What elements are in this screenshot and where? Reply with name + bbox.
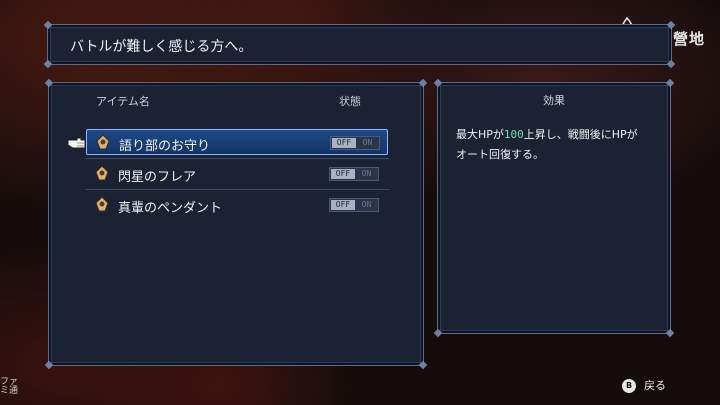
effect-title: 効果 <box>543 94 565 107</box>
effect-description: 最大HPが100上昇し、戦闘後にHPが オート回復する。 <box>456 125 656 165</box>
back-prompt[interactable]: B 戻る <box>622 377 666 393</box>
toggle-off-option[interactable]: OFF <box>331 169 355 179</box>
effect-text-part: 上昇し、戦闘後にHPが <box>523 128 638 141</box>
description-text: バトルが難しく感じる方へ。 <box>70 39 253 55</box>
effect-hp-value: 100 <box>503 128 524 141</box>
item-label: 真輩のペンダント <box>118 201 223 216</box>
toggle-on-option[interactable]: ON <box>355 200 378 210</box>
item-list-panel: アイテム名 状態 語り部のお守り OFF ON 閃星のフレア OFF ON 真輩… <box>44 78 428 370</box>
watermark: ファミ通 <box>0 377 19 396</box>
pointing-hand-cursor-icon <box>67 137 86 149</box>
item-toggle[interactable]: OFF ON <box>329 198 379 212</box>
charm-icon <box>96 134 110 150</box>
row-divider <box>85 189 389 190</box>
item-toggle[interactable]: OFF ON <box>330 136 380 150</box>
back-label: 戻る <box>644 379 666 392</box>
charm-icon <box>95 196 109 212</box>
list-item-flash-star-flare[interactable]: 閃星のフレア OFF ON <box>86 161 388 187</box>
b-button-icon: B <box>622 379 636 393</box>
effect-text-part: オート回復する。 <box>456 148 544 161</box>
effect-text-part: 最大HPが <box>456 128 504 141</box>
toggle-off-option[interactable]: OFF <box>332 138 356 148</box>
effect-panel: 効果 最大HPが100上昇し、戦闘後にHPが オート回復する。 <box>433 78 675 338</box>
list-item-pendant[interactable]: 真輩のペンダント OFF ON <box>86 192 388 218</box>
row-divider <box>85 158 389 159</box>
item-label: 閃星のフレア <box>118 170 197 185</box>
item-toggle[interactable]: OFF ON <box>329 167 379 181</box>
toggle-on-option[interactable]: ON <box>356 138 379 148</box>
item-label: 語り部のお守り <box>119 139 211 154</box>
charm-icon <box>95 165 109 181</box>
column-header-item-name: アイテム名 <box>96 95 150 108</box>
description-title-bar: バトルが難しく感じる方へ。 <box>43 20 676 69</box>
toggle-on-option[interactable]: ON <box>355 169 378 179</box>
column-header-status: 状態 <box>339 95 361 108</box>
toggle-off-option[interactable]: OFF <box>331 200 355 210</box>
list-item-storyteller-charm[interactable]: 語り部のお守り OFF ON <box>67 129 388 155</box>
